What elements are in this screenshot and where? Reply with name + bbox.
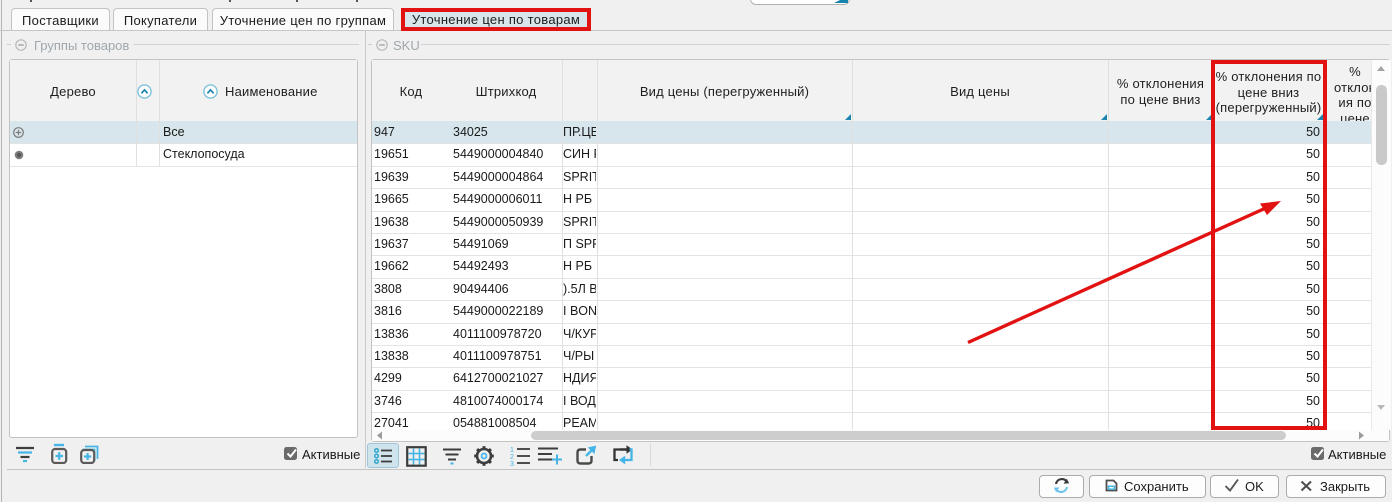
svg-text:2: 2	[510, 454, 514, 461]
svg-text:1: 1	[510, 447, 514, 454]
svg-text:3: 3	[510, 461, 514, 466]
